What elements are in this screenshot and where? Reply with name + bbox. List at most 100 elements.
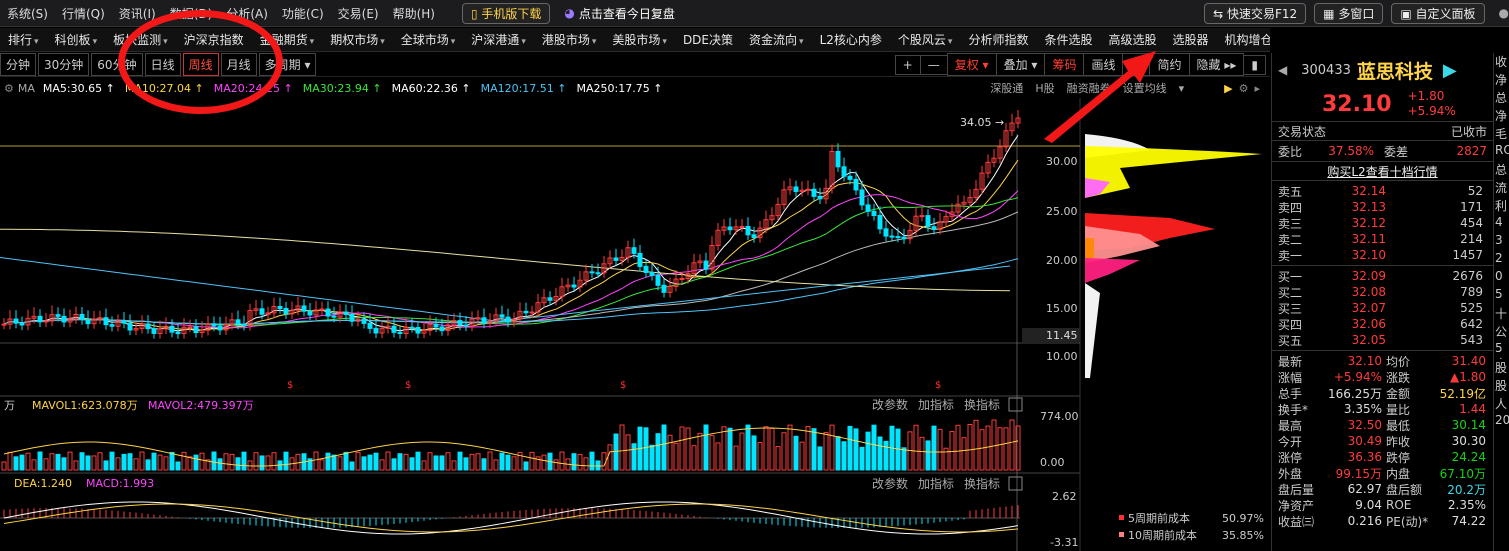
stat-row-7: 外盘 99.15万 内盘 67.10万 <box>1278 465 1487 481</box>
market-tab-1[interactable]: 科创板 ▾ <box>47 31 106 48</box>
market-tab-18[interactable]: 机构增仓 <box>1217 31 1271 48</box>
ask-row-0[interactable]: 卖五 32.14 52 <box>1278 183 1487 199</box>
macd-add-indicator[interactable]: 加指标 <box>918 476 954 491</box>
market-tab-17[interactable]: 选股器 <box>1164 31 1216 48</box>
next-stock-icon[interactable]: ▶ <box>1443 60 1457 81</box>
hide-button[interactable]: 隐藏 ▸▸ <box>1188 53 1245 76</box>
ma-link-0[interactable]: 深股通 <box>990 80 1023 96</box>
adjust-rights-button[interactable]: 复权 ▾ <box>946 53 997 76</box>
stat-value: 1.44 <box>1459 402 1486 416</box>
price-block: 32.10 +1.80 +5.94% <box>1272 87 1493 121</box>
ma-line-60 <box>3 211 1019 325</box>
user-icon[interactable]: ● <box>1499 6 1509 20</box>
market-tab-14[interactable]: 分析师指数 <box>960 31 1036 48</box>
market-tab-0[interactable]: 排行 ▾ <box>0 31 47 48</box>
macd-change-params[interactable]: 改参数 <box>872 476 908 491</box>
stat-value: 30.49 <box>1347 434 1382 448</box>
zoom-out-button[interactable]: — <box>919 54 948 75</box>
ma-value-3: MA30:23.94 ↑ <box>302 81 382 95</box>
stat-label: 盘后量 <box>1278 482 1315 497</box>
bid-row-2[interactable]: 买三 32.07 525 <box>1278 300 1487 316</box>
period-0[interactable]: 分钟 <box>0 53 37 76</box>
menu-item-0[interactable]: 系统(S) <box>0 5 55 22</box>
flag-icon[interactable]: ▶ <box>1224 82 1232 95</box>
chevron-down-icon: ▾ <box>450 37 456 47</box>
ma-dropdown-icon[interactable]: ▾ <box>1179 82 1185 95</box>
vol-close-icon[interactable] <box>1008 397 1023 412</box>
stat-value: 32.50 <box>1347 418 1382 432</box>
prev-stock-icon[interactable]: ◀ <box>1278 63 1287 77</box>
quote-panel: ◀ 300433 蓝思科技 ▶ 32.10 +1.80 +5.94% 交易状态 … <box>1271 53 1493 551</box>
stat-row-6: 涨停 36.36 跌停 24.24 <box>1278 449 1487 465</box>
edge-label-16: 5家 <box>1495 341 1507 359</box>
bid-row-3[interactable]: 买四 32.06 642 <box>1278 316 1487 332</box>
bid-row-4[interactable]: 买五 32.05 543 <box>1278 332 1487 348</box>
trading-status: 交易状态 已收市 <box>1272 121 1493 141</box>
market-tab-13[interactable]: 个股风云 ▾ <box>890 31 961 48</box>
edge-label-10: 3 <box>1495 233 1503 247</box>
macd-close-icon[interactable] <box>1008 476 1023 491</box>
period-1[interactable]: 30分钟 <box>38 53 90 76</box>
menu-item-7[interactable]: 帮助(H) <box>386 5 442 22</box>
edge-label-11: 2 <box>1495 251 1503 265</box>
market-tab-9[interactable]: 美股市场 ▾ <box>604 31 675 48</box>
market-tab-11[interactable]: 资金流向 ▾ <box>741 31 812 48</box>
settings-gear-icon[interactable]: ⚙ <box>4 82 14 95</box>
ask-price: 32.13 <box>1351 200 1386 214</box>
expand-icon[interactable]: ▸ <box>1254 82 1260 95</box>
ask-row-3[interactable]: 卖二 32.11 214 <box>1278 231 1487 247</box>
settings-gear-icon-2[interactable]: ⚙ <box>1239 82 1249 95</box>
macd-axis-top: 2.62 <box>1052 490 1077 503</box>
market-tab-6[interactable]: 全球市场 ▾ <box>393 31 464 48</box>
cost5-swatch <box>1119 515 1124 520</box>
market-tab-label: 期权市场 <box>330 33 379 47</box>
market-tab-8[interactable]: 港股市场 ▾ <box>534 31 605 48</box>
custom-panel-button[interactable]: ▣ 自定义面板 <box>1391 2 1485 24</box>
panel-toggle-icon[interactable]: ▮ <box>1243 54 1266 75</box>
bid-level: 买一 <box>1278 269 1303 284</box>
vol-add-indicator[interactable]: 加指标 <box>918 397 954 412</box>
stat-value: 0.216 <box>1347 514 1382 528</box>
ma-line-10 <box>3 159 1019 331</box>
ask-row-1[interactable]: 卖四 32.13 171 <box>1278 199 1487 215</box>
stat-label: 昨收 <box>1386 434 1411 449</box>
vol-switch-indicator[interactable]: 换指标 <box>964 397 1000 412</box>
bid-row-0[interactable]: 买一 32.09 2676 <box>1278 268 1487 284</box>
bid-level: 买二 <box>1278 285 1303 300</box>
trading-status-value: 已收市 <box>1450 124 1487 139</box>
review-link[interactable]: 点击查看今日复盘 <box>579 5 675 22</box>
mobile-download-button[interactable]: ▯ 手机版下载 <box>461 2 551 24</box>
vol-axis-bottom: 0.00 <box>1040 456 1065 469</box>
ask-row-2[interactable]: 卖三 32.12 454 <box>1278 215 1487 231</box>
kline-chart[interactable]: $ $ $ $ 30.00 25.00 20.00 15.00 10.00 34.05 → 11.… <box>0 98 1270 551</box>
menu-item-6[interactable]: 交易(E) <box>331 5 386 22</box>
market-tab-10[interactable]: DDE决策 <box>675 31 741 48</box>
stat-label: 换手* <box>1278 402 1309 417</box>
multi-window-button[interactable]: ▦ 多窗口 <box>1314 2 1384 24</box>
menu-item-5[interactable]: 功能(C) <box>275 5 331 22</box>
ask-row-4[interactable]: 卖一 32.10 1457 <box>1278 247 1487 263</box>
quick-trade-button[interactable]: ⇆ 快速交易F12 <box>1204 2 1307 24</box>
market-tab-5[interactable]: 期权市场 ▾ <box>322 31 393 48</box>
overlay-button[interactable]: 叠加 ▾ <box>995 53 1046 76</box>
trading-status-label: 交易状态 <box>1278 124 1327 139</box>
edge-label-1: 净 <box>1495 73 1508 87</box>
macd-switch-indicator[interactable]: 换指标 <box>964 476 1000 491</box>
l2-link[interactable]: 购买L2查看十档行情 <box>1327 163 1437 180</box>
stat-value: 9.04 <box>1355 498 1382 512</box>
vol-change-params[interactable]: 改参数 <box>872 397 908 412</box>
stat-row-3: 换手* 3.35% 量比 1.44 <box>1278 401 1487 417</box>
edge-label-8: 利 <box>1495 199 1508 213</box>
edge-label-6: 总 <box>1495 163 1508 177</box>
stat-row-4: 最高 32.50 最低 30.14 <box>1278 417 1487 433</box>
stat-label: 总手 <box>1278 386 1303 401</box>
market-tab-7[interactable]: 沪深港通 ▾ <box>463 31 534 48</box>
l2-banner[interactable]: 购买L2查看十档行情 <box>1272 161 1493 181</box>
market-tab-label: 分析师指数 <box>968 33 1029 47</box>
market-tab-12[interactable]: L2核心内参 <box>812 31 890 48</box>
ask-level: 卖三 <box>1278 216 1303 231</box>
wb-value: 37.58% <box>1328 144 1375 158</box>
zoom-in-button[interactable]: + <box>894 54 921 75</box>
bid-row-1[interactable]: 买二 32.08 789 <box>1278 284 1487 300</box>
menu-item-1[interactable]: 行情(Q) <box>55 5 112 22</box>
